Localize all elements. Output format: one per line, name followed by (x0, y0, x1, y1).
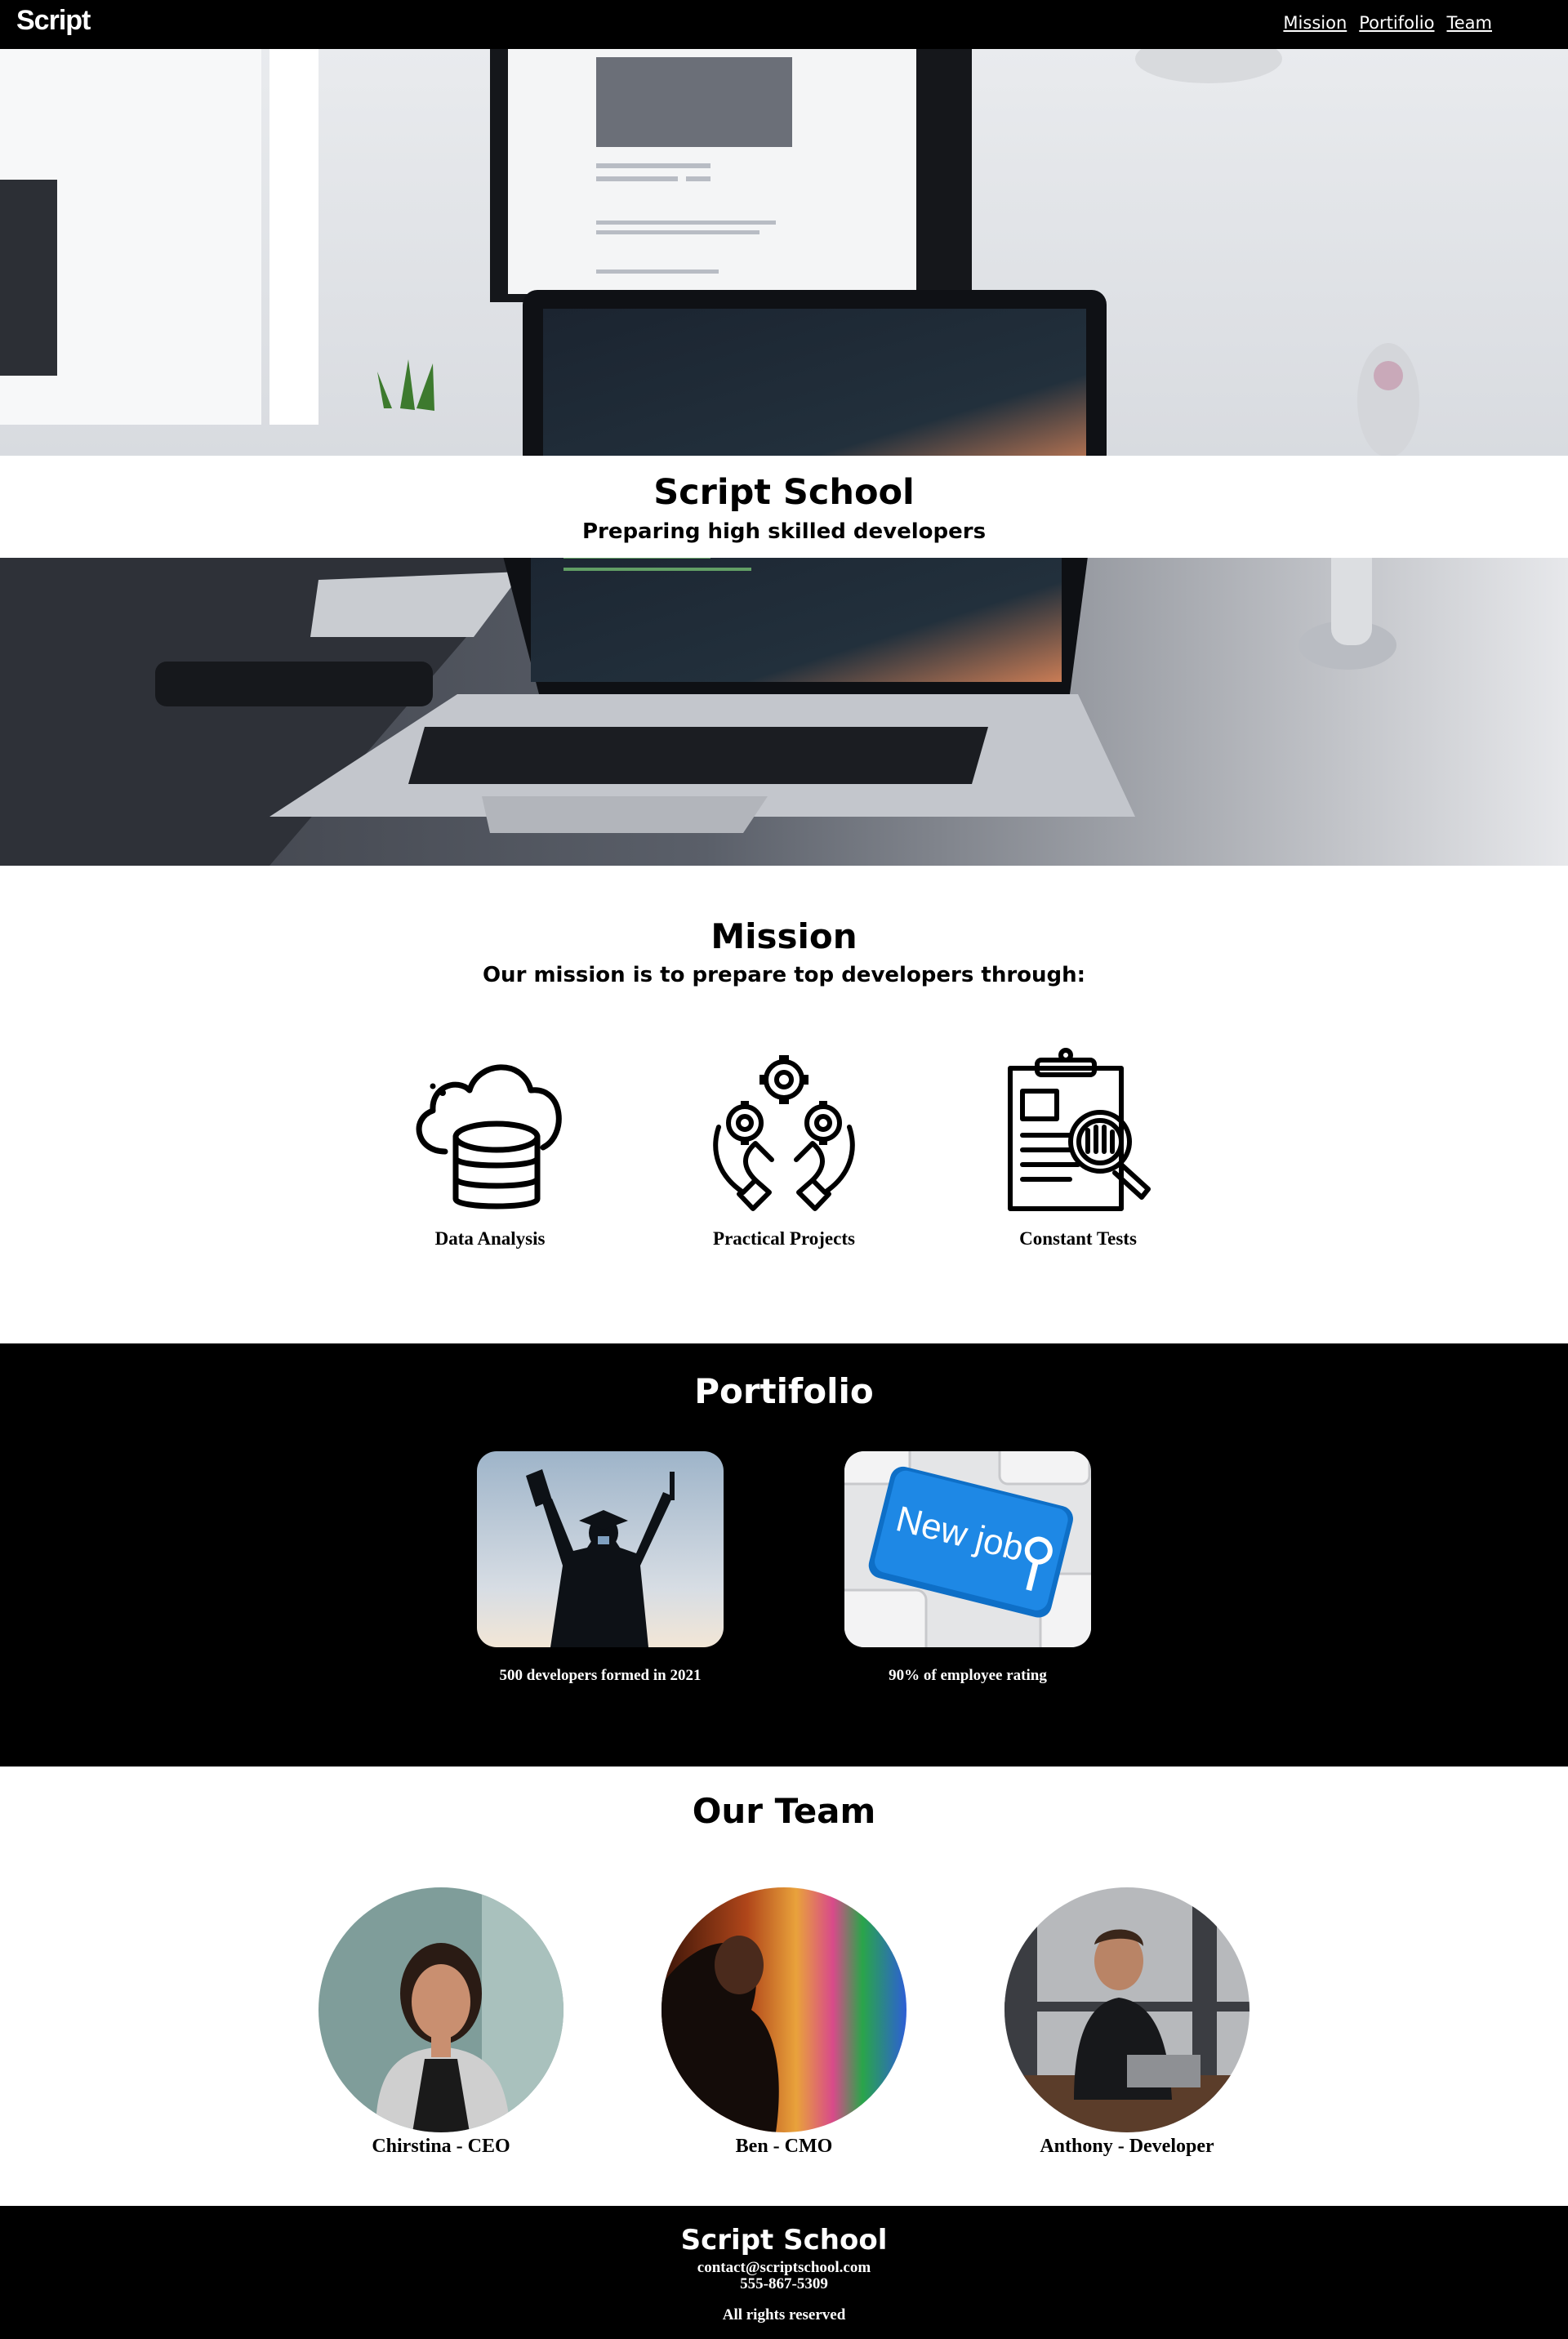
clipboard-magnifier-icon (1008, 1048, 1151, 1211)
mission-item-label: Constant Tests (1019, 1228, 1137, 1249)
mission-item-constant-tests: Constant Tests (980, 1045, 1176, 1250)
portfolio-card-employee-rating[interactable]: New job 90% of employee rating (844, 1451, 1091, 1685)
portfolio-caption: 90% of employee rating (889, 1667, 1047, 1684)
hero-subtitle: Preparing high skilled developers (581, 519, 987, 544)
footer-email[interactable]: contact@scriptschool.com (0, 2260, 1568, 2276)
footer-phone[interactable]: 555-867-5309 (0, 2276, 1568, 2292)
team-title: Our Team (692, 1791, 876, 1831)
site-footer: Script School contact@scriptschool.com 5… (0, 2206, 1568, 2339)
portfolio-caption: 500 developers formed in 2021 (499, 1667, 702, 1684)
avatar (318, 1887, 564, 2132)
mission-item-data-analysis: Data Analysis (392, 1045, 588, 1250)
portfolio-section: Portifolio 500 developers formed in 2021… (0, 1343, 1568, 1767)
footer-copyright: All rights reserved (722, 2306, 846, 2323)
hands-gears-icon (713, 1055, 855, 1211)
team-member-name: Anthony - Developer (1040, 2136, 1214, 2157)
team-member-ben: Ben - CMO (645, 1887, 923, 2158)
mission-items: Data Analysis Practical Projects Constan… (0, 1045, 1568, 1258)
mission-section: Mission Our mission is to prepare top de… (0, 866, 1568, 1343)
team-member-anthony: Anthony - Developer (988, 1887, 1266, 2158)
mission-item-practical-projects: Practical Projects (686, 1045, 882, 1250)
top-navbar: Script Mission Portifolio Team (0, 0, 1568, 49)
avatar (662, 1887, 906, 2132)
hero-title: Script School (653, 472, 915, 513)
team-member-name: Chirstina - CEO (372, 2136, 510, 2157)
mission-item-label: Data Analysis (434, 1228, 546, 1249)
mission-title: Mission (710, 916, 858, 956)
team-member-christina: Chirstina - CEO (302, 1887, 580, 2158)
graduate-silhouette-photo (477, 1451, 724, 1647)
footer-title: Script School (680, 2224, 888, 2257)
new-job-key-photo: New job (844, 1451, 1091, 1647)
portfolio-card-graduates[interactable]: 500 developers formed in 2021 (477, 1451, 724, 1685)
hero-title-band: Script School Preparing high skilled dev… (0, 456, 1568, 558)
avatar (1004, 1887, 1250, 2132)
portfolio-title: Portifolio (694, 1371, 874, 1411)
team-section: Our Team Chirstina - CEO Ben - CMO Antho… (0, 1767, 1568, 2206)
mission-subtitle: Our mission is to prepare top developers… (482, 963, 1086, 987)
cloud-database-icon (416, 1064, 562, 1210)
nav-link-team[interactable]: Team (1446, 13, 1492, 33)
team-member-name: Ben - CMO (735, 2136, 833, 2157)
mission-item-label: Practical Projects (713, 1228, 855, 1249)
hero-section: Script School Preparing high skilled dev… (0, 49, 1568, 866)
nav-link-mission[interactable]: Mission (1283, 13, 1347, 33)
nav-link-portfolio[interactable]: Portifolio (1359, 13, 1434, 33)
site-logo[interactable]: Script (16, 5, 91, 37)
main-nav: Mission Portifolio Team (1283, 13, 1492, 33)
